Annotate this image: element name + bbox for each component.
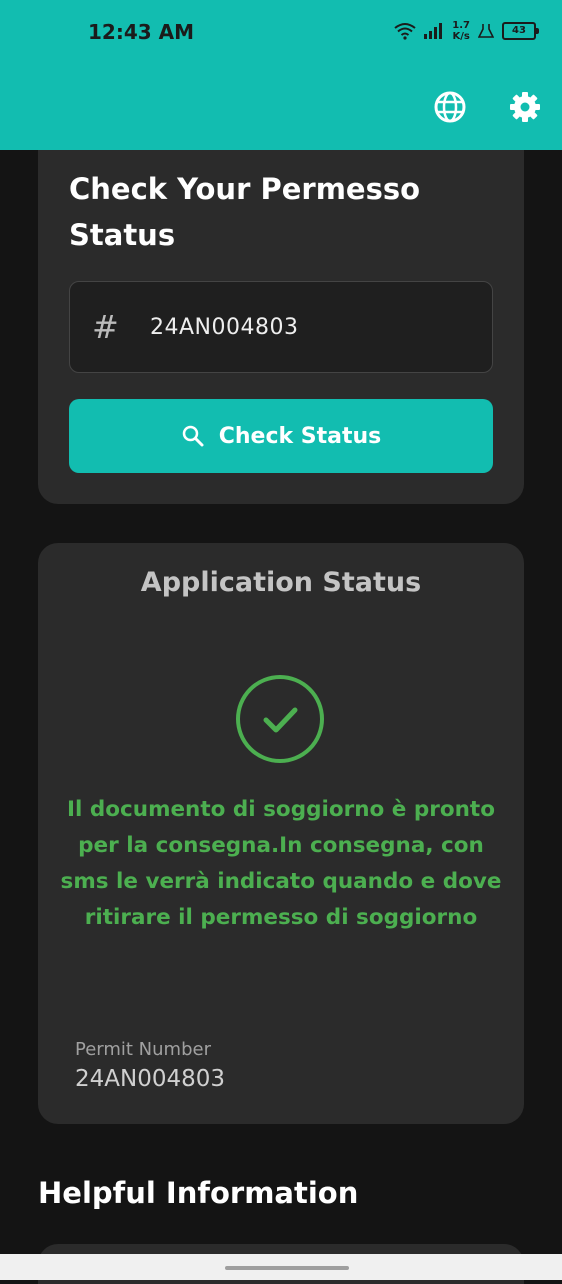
app-bar: 12:43 AM 1.7 K/s 43: [0, 0, 562, 150]
application-status-title: Application Status: [140, 567, 422, 598]
status-icons: 1.7 K/s 43: [394, 16, 539, 46]
status-time: 12:43 AM: [88, 20, 195, 44]
globe-icon: [434, 91, 466, 123]
check-status-card: Check Your Permesso Status # 24AN004803 …: [38, 150, 524, 504]
permit-number-value: 24AN004803: [75, 1066, 226, 1092]
signal-icon: [424, 23, 443, 39]
wifi-icon: [394, 23, 416, 40]
search-icon: [182, 425, 204, 447]
permit-number-label: Permit Number: [75, 1039, 211, 1060]
permit-number-input-value: 24AN004803: [150, 314, 299, 340]
check-status-button-label: Check Status: [218, 423, 382, 449]
network-speed-value: 1.7: [452, 20, 470, 31]
application-status-card: Application Status Il documento di soggi…: [38, 543, 524, 1124]
status-message: Il documento di soggiorno è pronto per l…: [60, 797, 502, 930]
battery-icon: 43: [502, 22, 539, 40]
network-speed-unit: K/s: [452, 31, 470, 42]
check-status-title: Check Your Permesso Status: [69, 172, 421, 252]
check-status-button[interactable]: Check Status: [69, 399, 493, 473]
check-circle-icon: [236, 675, 324, 763]
permit-number-input[interactable]: # 24AN004803: [69, 281, 493, 373]
system-nav-bar: [0, 1254, 562, 1280]
flask-icon: [478, 24, 494, 38]
gesture-handle[interactable]: [225, 1266, 349, 1270]
helpful-information-title: Helpful Information: [38, 1176, 359, 1210]
network-speed: 1.7 K/s: [452, 20, 470, 42]
gear-icon: [510, 92, 540, 122]
settings-button[interactable]: [507, 89, 543, 125]
language-button[interactable]: [432, 89, 468, 125]
hash-icon: #: [92, 308, 119, 346]
